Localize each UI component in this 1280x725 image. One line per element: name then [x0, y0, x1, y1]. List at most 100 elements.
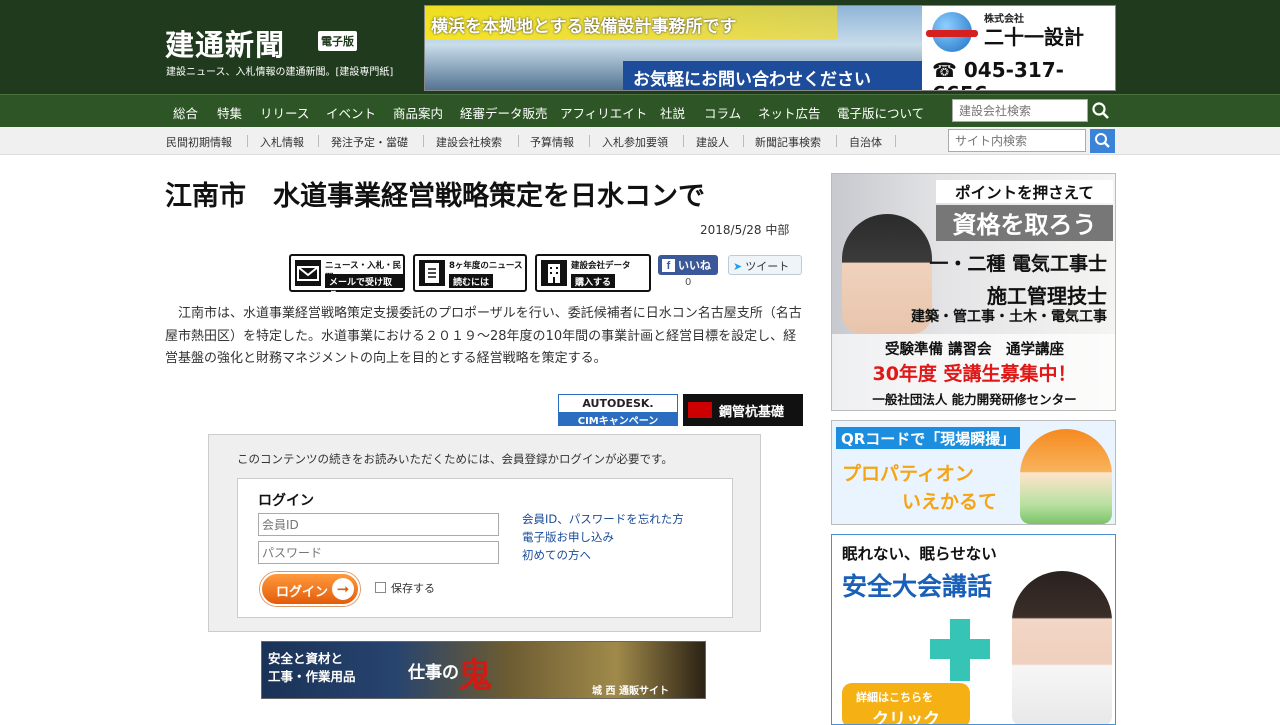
ad3-cta1: 詳細はこちらを	[856, 691, 933, 704]
site-header: 建通新聞 電子版 建設ニュース、入札情報の建通新聞。[建設専門紙] 横浜を本拠地…	[0, 0, 1280, 94]
mascot-character	[1020, 429, 1112, 524]
subnav-item[interactable]: 入札参加要領	[602, 134, 668, 150]
article-date: 2018/5/28 中部	[700, 223, 790, 237]
nav-item[interactable]: 総合	[173, 103, 198, 122]
subnav-item[interactable]: 自治体	[849, 134, 882, 150]
bottom-ad-line2: 工事・作業用品	[268, 669, 356, 684]
ad3-cta-button[interactable]: 詳細はこちらを クリック	[842, 683, 970, 725]
building-icon	[541, 260, 567, 286]
ad1-line3: 建築・管工事・土木・電気工事	[911, 309, 1107, 325]
header-ad-banner[interactable]: 横浜を本拠地とする設備設計事務所です お気軽にお問い合わせください 株式会社 二…	[424, 5, 1116, 91]
tweet-button[interactable]: ➤ ツイート	[728, 255, 802, 275]
divider	[743, 135, 744, 147]
ad2-line1: プロパティオン	[842, 463, 974, 485]
apply-digital-link[interactable]: 電子版お申し込み	[522, 529, 614, 545]
qualification-ad[interactable]: ポイントを押さえて 資格を取ろう 一・二種 電気工事士 施工管理技士 建築・管工…	[831, 173, 1116, 411]
subnav-item[interactable]: 民間初期情報	[166, 134, 232, 150]
remember-checkbox[interactable]	[375, 582, 386, 593]
ad1-b1: 受験準備 講習会 通学講座	[884, 342, 1065, 358]
divider	[318, 135, 319, 147]
ad-bottom-strip: お気軽にお問い合わせください	[623, 61, 922, 90]
subnav-item[interactable]: 建設人	[696, 134, 729, 150]
safety-talk-ad[interactable]: 眠れない、眠らせない 安全大会講話 詳細はこちらを クリック	[831, 534, 1116, 725]
mail-icon	[295, 260, 321, 286]
bottom-ad-line1: 安全と資材と	[268, 651, 344, 666]
company-data-button[interactable]: 建設会社データ 購入する	[535, 254, 651, 292]
subnav-item[interactable]: 新聞記事検索	[755, 134, 821, 150]
subnav-item[interactable]: 建設会社検索	[436, 134, 502, 150]
ad-photo: 横浜を本拠地とする設備設計事務所です お気軽にお問い合わせください	[425, 6, 922, 90]
nav-item[interactable]: 特集	[217, 103, 242, 122]
forgot-password-link[interactable]: 会員ID、パスワードを忘れた方	[522, 511, 684, 527]
member-id-field[interactable]	[258, 513, 499, 536]
company-search-input[interactable]	[952, 99, 1088, 122]
facebook-like-button[interactable]: f いいね	[658, 255, 718, 275]
nav-item[interactable]: 電子版について	[837, 103, 924, 122]
site-logo[interactable]: 建通新聞	[165, 22, 285, 64]
ad-company-name: 二十一設計	[984, 25, 1084, 49]
nav-item[interactable]: リリース	[260, 103, 309, 122]
remember-label: 保存する	[391, 582, 435, 595]
autodesk-ad[interactable]: AUTODESK. CIMキャンペーン	[558, 394, 678, 427]
mail-news-button[interactable]: ニュース・入札・民間 メールで受け取る	[289, 254, 405, 301]
property-app-ad[interactable]: QRコードで「現場瞬撮」 プロパティオン いえかるて	[831, 420, 1116, 525]
steel-pile-ad[interactable]: 鋼管杭基礎	[683, 394, 803, 426]
login-panel: このコンテンツの続きをお読みいただくためには、会員登録かログインが必要です。 ロ…	[208, 434, 761, 632]
ad1-b2: 30年度 受講生募集中！	[872, 363, 1077, 385]
divider	[895, 135, 896, 147]
green-cross-icon-bar	[930, 639, 990, 659]
ad-top-text: 横浜を本拠地とする設備設計事務所です	[431, 17, 737, 37]
document-icon	[419, 260, 445, 286]
divider	[518, 135, 519, 147]
autodesk-label: AUTODESK.	[582, 397, 654, 410]
ad2-line2: いえかるて	[902, 491, 998, 513]
svc-top-label: 建設会社データ	[571, 261, 631, 271]
site-search-button[interactable]	[1090, 129, 1115, 153]
nav-item[interactable]: コラム	[704, 103, 741, 122]
arrow-right-icon: ➞	[332, 578, 354, 600]
nav-item[interactable]: イベント	[326, 103, 376, 122]
autodesk-campaign-label: CIMキャンペーン	[559, 412, 677, 427]
supply-shop-ad[interactable]: 安全と資材と 工事・作業用品 仕事の 鬼 城 西 通販サイト	[261, 641, 706, 699]
first-time-link[interactable]: 初めての方へ	[522, 547, 591, 563]
facebook-icon: f	[662, 259, 675, 272]
divider	[423, 135, 424, 147]
site-tagline: 建設ニュース、入札情報の建通新聞。[建設専門紙]	[166, 67, 394, 78]
svc-bottom-label: メールで受け取る	[325, 274, 403, 301]
subnav-item[interactable]: 発注予定・當礎	[331, 134, 408, 150]
ad1-line1: 一・二種 電気工事士	[929, 253, 1107, 275]
svc-top-label: 8ヶ年度のニュース	[449, 261, 523, 271]
archive-news-button[interactable]: 8ヶ年度のニュース 読むには	[413, 254, 527, 292]
nav-item[interactable]: 社説	[660, 103, 685, 122]
login-button[interactable]: ログイン ➞	[260, 572, 360, 606]
ad1-b3: 一般社団法人 能力開発研修センター	[872, 392, 1077, 407]
bottom-ad-shop-name: 城 西 通販サイト	[592, 686, 669, 697]
nav-item[interactable]: 経審データ販売	[460, 103, 548, 122]
nav-item[interactable]: 商品案内	[393, 103, 443, 122]
like-label: いいね	[678, 259, 711, 272]
password-field[interactable]	[258, 541, 499, 564]
nav-item[interactable]: ネット広告	[758, 103, 821, 122]
steel-pile-logo-icon	[688, 402, 712, 418]
login-notice: このコンテンツの続きをお読みいただくためには、会員登録かログインが必要です。	[237, 452, 673, 466]
nav-item[interactable]: アフィリエイト	[560, 103, 647, 122]
subnav-item[interactable]: 入札情報	[260, 134, 304, 150]
like-count: 0	[685, 277, 692, 288]
ad-bottom-text: お気軽にお問い合わせください	[633, 70, 871, 90]
main-nav: 総合 特集 リリース イベント 商品案内 経審データ販売 アフィリエイト 社説 …	[0, 94, 1280, 127]
ad3-cta2: クリック	[872, 710, 940, 725]
site-search-input[interactable]	[948, 129, 1086, 152]
subnav-item[interactable]: 予算情報	[530, 134, 574, 150]
ad2-qr: QRコードで「現場瞬撮」	[836, 427, 1021, 449]
ad-top-strip: 横浜を本拠地とする設備設計事務所です	[425, 6, 837, 39]
svc-bottom-label: 購入する	[571, 274, 616, 288]
divider	[247, 135, 248, 147]
login-form: ログイン ログイン ➞ 保存する 会員ID、パスワードを忘れた方 電子版お申し込…	[237, 478, 733, 618]
login-heading: ログイン	[258, 493, 314, 509]
ad-company-panel: 株式会社 二十一設計 ☎ 045-317-6656	[922, 6, 1115, 90]
divider	[836, 135, 837, 147]
search-icon[interactable]	[1090, 100, 1112, 122]
ad3-line1: 眠れない、眠らせない	[842, 545, 997, 563]
login-button-label: ログイン	[276, 585, 329, 600]
divider	[589, 135, 590, 147]
